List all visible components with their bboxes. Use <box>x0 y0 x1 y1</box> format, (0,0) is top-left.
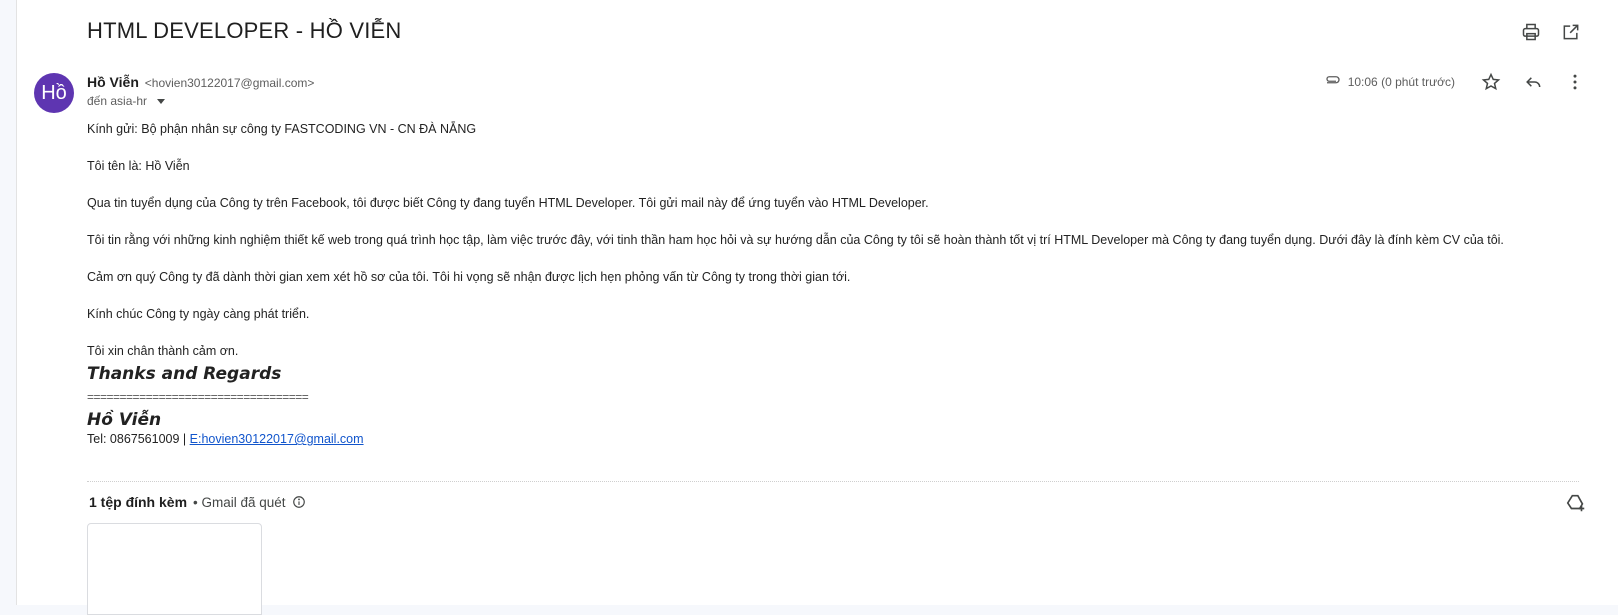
signature-email-link[interactable]: E:hovien30122017@gmail.com <box>190 432 364 446</box>
recipient-line: đến asia-hr <box>87 94 166 108</box>
email-subject: HTML DEVELOPER - HỒ VIỄN <box>87 18 402 43</box>
attachments-header: 1 tệp đính kèm • Gmail đã quét <box>89 494 306 510</box>
signature-name: Hồ Viễn <box>87 410 162 430</box>
avatar[interactable]: Hồ <box>34 73 74 113</box>
attachment-count: 1 tệp đính kèm <box>89 494 188 510</box>
reply-icon[interactable] <box>1521 70 1545 94</box>
signature-separator: ================================== <box>87 390 309 404</box>
email-body: Kính gửi: Bộ phận nhân sự công ty FASTCO… <box>87 120 1587 446</box>
subject-toolbar <box>1519 20 1583 44</box>
body-paragraph: Qua tin tuyển dụng của Công ty trên Face… <box>87 196 929 210</box>
scan-status: • Gmail đã quét <box>193 494 286 510</box>
print-icon[interactable] <box>1519 20 1543 44</box>
body-intro: Tôi tên là: Hồ Viễn <box>87 159 190 173</box>
recipient-text: đến asia-hr <box>87 94 148 108</box>
more-vert-icon[interactable] <box>1563 70 1587 94</box>
sender-line: Hồ Viễn <hovien30122017@gmail.com> <box>87 74 314 90</box>
signature-title: Thanks and Regards <box>87 364 282 384</box>
attachments-divider <box>87 481 1579 482</box>
info-icon[interactable] <box>292 495 306 509</box>
body-closing: Tôi xin chân thành cảm ơn. <box>87 344 239 358</box>
body-paragraph: Kính chúc Công ty ngày càng phát triển. <box>87 307 310 321</box>
body-greeting: Kính gửi: Bộ phận nhân sự công ty FASTCO… <box>87 122 477 136</box>
open-in-new-window-icon[interactable] <box>1559 20 1583 44</box>
body-paragraph: Tôi tin rằng với những kinh nghiệm thiết… <box>87 233 1504 247</box>
chevron-down-icon[interactable] <box>157 98 166 104</box>
sender-name[interactable]: Hồ Viễn <box>87 74 139 90</box>
timestamp: 10:06 (0 phút trước) <box>1347 75 1455 89</box>
add-to-drive-icon[interactable] <box>1565 492 1587 514</box>
message-meta: 10:06 (0 phút trước) <box>1324 70 1587 94</box>
body-paragraph: Cảm ơn quý Công ty đã dành thời gian xem… <box>87 270 851 284</box>
paperclip-icon <box>1324 73 1342 91</box>
star-icon[interactable] <box>1479 70 1503 94</box>
signature-contact: Tel: 0867561009 | E:hovien30122017@gmail… <box>87 432 1587 446</box>
sender-email: <hovien30122017@gmail.com> <box>144 76 315 90</box>
message-panel: HTML DEVELOPER - HỒ VIỄN Hồ Hồ Viễn <hov… <box>16 0 1618 615</box>
attachment-card[interactable] <box>87 523 262 615</box>
signature-tel: Tel: 0867561009 | <box>87 432 190 446</box>
